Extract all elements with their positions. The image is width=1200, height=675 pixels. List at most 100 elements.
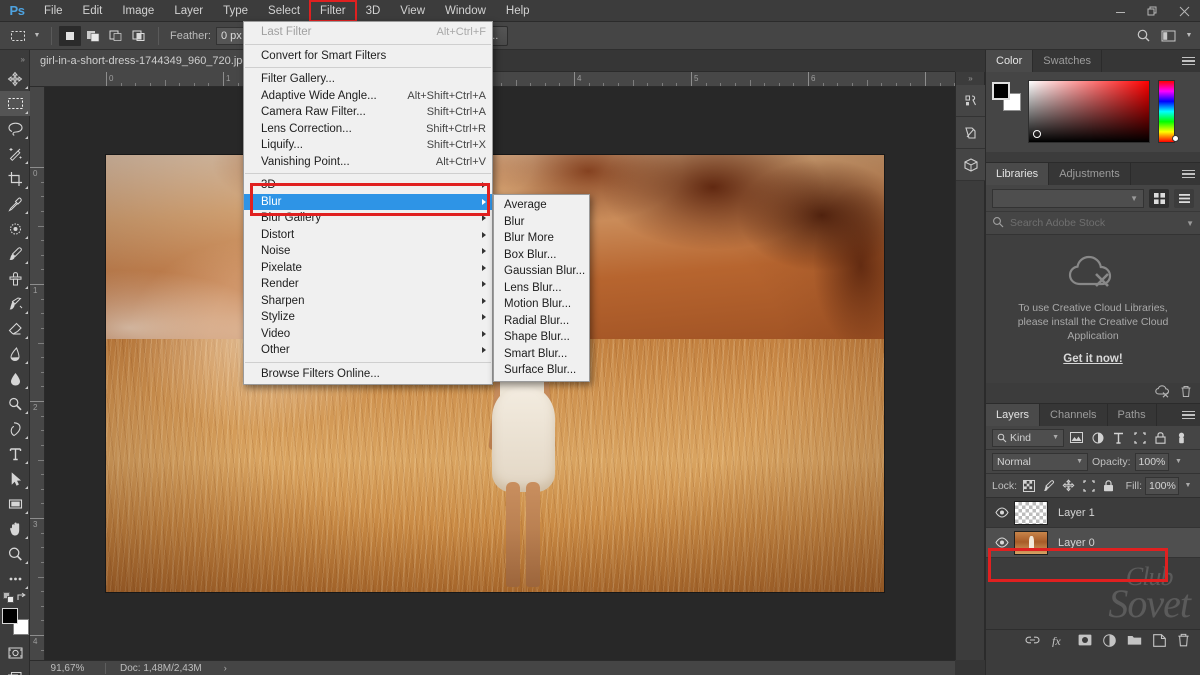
menu-help[interactable]: Help bbox=[496, 1, 540, 21]
blur-item-shape-blur[interactable]: Shape Blur... bbox=[494, 329, 589, 346]
menu-item-blur-gallery[interactable]: Blur Gallery bbox=[244, 210, 492, 227]
smart-object-filter-icon[interactable] bbox=[1152, 429, 1169, 447]
new-layer-icon[interactable] bbox=[1153, 633, 1166, 650]
blur-item-blur[interactable]: Blur bbox=[494, 214, 589, 231]
menu-item-blur[interactable]: Blur bbox=[244, 193, 492, 210]
blur-item-surface-blur[interactable]: Surface Blur... bbox=[494, 362, 589, 379]
search-input[interactable]: Search Adobe Stock bbox=[1010, 217, 1180, 229]
new-selection-button[interactable] bbox=[59, 25, 81, 46]
rail-collapse-icon[interactable]: » bbox=[956, 72, 984, 85]
menu-item-browse-filters-online[interactable]: Browse Filters Online... bbox=[244, 366, 492, 383]
crop-tool[interactable] bbox=[0, 166, 30, 191]
blur-item-smart-blur[interactable]: Smart Blur... bbox=[494, 346, 589, 363]
rectangular-marquee-tool[interactable] bbox=[0, 91, 30, 116]
fill-input[interactable]: 100% bbox=[1145, 476, 1179, 495]
close-icon[interactable] bbox=[1168, 0, 1200, 22]
color-foreground-swatch[interactable] bbox=[992, 82, 1010, 100]
blur-submenu-dropdown[interactable]: Average Blur Blur More Box Blur... Gaussian … bbox=[493, 194, 590, 382]
hue-slider[interactable] bbox=[1158, 80, 1179, 143]
swap-colors-icon[interactable] bbox=[16, 592, 27, 603]
tab-swatches[interactable]: Swatches bbox=[1033, 50, 1102, 72]
blur-item-motion-blur[interactable]: Motion Blur... bbox=[494, 296, 589, 313]
subtract-from-selection-button[interactable] bbox=[105, 26, 127, 46]
screen-mode-tool[interactable] bbox=[0, 665, 30, 675]
new-group-icon[interactable] bbox=[1127, 634, 1142, 649]
rectangular-marquee-icon[interactable] bbox=[6, 26, 30, 46]
toolbar-collapse-icon[interactable]: » bbox=[0, 52, 29, 66]
trash-icon[interactable] bbox=[1180, 385, 1192, 401]
menu-item-filter-gallery[interactable]: Filter Gallery... bbox=[244, 71, 492, 88]
rectangle-tool[interactable] bbox=[0, 491, 30, 516]
menu-item-lens-correction[interactable]: Lens Correction... Shift+Ctrl+R bbox=[244, 121, 492, 138]
spot-healing-brush-tool[interactable] bbox=[0, 216, 30, 241]
layer-mask-icon[interactable] bbox=[1078, 634, 1092, 649]
intersect-selection-button[interactable] bbox=[128, 26, 150, 46]
layer-visibility-icon[interactable] bbox=[992, 507, 1012, 518]
pen-tool[interactable] bbox=[0, 416, 30, 441]
blur-item-radial-blur[interactable]: Radial Blur... bbox=[494, 313, 589, 330]
menu-image[interactable]: Image bbox=[112, 1, 164, 21]
opacity-input[interactable]: 100% bbox=[1134, 452, 1169, 471]
libraries-search-row[interactable]: Search Adobe Stock ▼ bbox=[986, 211, 1200, 235]
menu-item-liquify[interactable]: Liquify... Shift+Ctrl+X bbox=[244, 137, 492, 154]
lock-position-icon[interactable] bbox=[1060, 477, 1077, 495]
menu-item-other[interactable]: Other bbox=[244, 342, 492, 359]
layer-thumbnail[interactable] bbox=[1014, 530, 1048, 555]
workspace-switcher-icon[interactable] bbox=[1156, 25, 1182, 47]
blur-item-gaussian-blur[interactable]: Gaussian Blur... bbox=[494, 263, 589, 280]
opacity-chevron-down-icon[interactable]: ▼ bbox=[1173, 458, 1185, 465]
menu-edit[interactable]: Edit bbox=[73, 1, 113, 21]
table-row[interactable]: Layer 1 bbox=[986, 498, 1200, 528]
menu-item-camera-raw-filter[interactable]: Camera Raw Filter... Shift+Ctrl+A bbox=[244, 104, 492, 121]
foreground-background-colors[interactable] bbox=[0, 606, 30, 640]
tool-preset-chevron-down-icon[interactable]: ▼ bbox=[30, 26, 44, 46]
menu-item-vanishing-point[interactable]: Vanishing Point... Alt+Ctrl+V bbox=[244, 154, 492, 171]
menu-view[interactable]: View bbox=[390, 1, 435, 21]
chevron-down-icon[interactable]: ▼ bbox=[1186, 219, 1194, 228]
zoom-level[interactable]: 91,67% bbox=[30, 663, 105, 674]
lock-all-icon[interactable] bbox=[1100, 477, 1117, 495]
3d-cube-icon[interactable] bbox=[956, 149, 986, 181]
blur-item-lens-blur[interactable]: Lens Blur... bbox=[494, 280, 589, 297]
tab-color[interactable]: Color bbox=[986, 50, 1034, 72]
libraries-panel-menu-icon[interactable] bbox=[1182, 163, 1195, 185]
layer-style-fx-icon[interactable]: fx bbox=[1051, 634, 1067, 650]
workspace-chevron-down-icon[interactable]: ▼ bbox=[1182, 26, 1196, 46]
lasso-tool[interactable] bbox=[0, 116, 30, 141]
layer-visibility-icon[interactable] bbox=[992, 537, 1012, 548]
color-panel-menu-icon[interactable] bbox=[1182, 50, 1195, 72]
foreground-color-swatch[interactable] bbox=[2, 608, 18, 624]
link-layers-icon[interactable] bbox=[1025, 635, 1040, 648]
blur-item-box-blur[interactable]: Box Blur... bbox=[494, 247, 589, 264]
menu-item-3d[interactable]: 3D bbox=[244, 177, 492, 194]
eyedropper-tool[interactable] bbox=[0, 191, 30, 216]
adjustment-filter-icon[interactable] bbox=[1089, 429, 1106, 447]
menu-3d[interactable]: 3D bbox=[356, 1, 391, 21]
tab-paths[interactable]: Paths bbox=[1107, 404, 1157, 426]
layers-panel-menu-icon[interactable] bbox=[1182, 404, 1195, 426]
dodge-tool[interactable] bbox=[0, 391, 30, 416]
get-it-now-link[interactable]: Get it now! bbox=[1063, 353, 1122, 365]
type-tool[interactable] bbox=[0, 441, 30, 466]
tab-channels[interactable]: Channels bbox=[1040, 404, 1108, 426]
gradient-tool[interactable] bbox=[0, 341, 30, 366]
brush-tool[interactable] bbox=[0, 241, 30, 266]
blend-mode-select[interactable]: Normal ▼ bbox=[992, 452, 1088, 471]
zoom-tool[interactable] bbox=[0, 541, 30, 566]
blur-item-blur-more[interactable]: Blur More bbox=[494, 230, 589, 247]
blur-tool[interactable] bbox=[0, 366, 30, 391]
list-view-button[interactable] bbox=[1174, 188, 1194, 208]
layer-name[interactable]: Layer 1 bbox=[1058, 507, 1095, 519]
search-icon[interactable] bbox=[1130, 25, 1156, 47]
filter-kind-select[interactable]: Kind ▼ bbox=[992, 428, 1064, 447]
tab-adjustments[interactable]: Adjustments bbox=[1049, 163, 1131, 185]
quick-selection-tool[interactable] bbox=[0, 141, 30, 166]
paths-properties-icon[interactable] bbox=[956, 117, 986, 149]
history-brush-tool[interactable] bbox=[0, 291, 30, 316]
pixel-filter-icon[interactable] bbox=[1068, 429, 1085, 447]
document-tab[interactable]: girl-in-a-short-dress-1744349_960_720.jp… bbox=[30, 50, 274, 72]
type-filter-icon[interactable] bbox=[1110, 429, 1127, 447]
filter-toggle-icon[interactable] bbox=[1173, 429, 1190, 447]
menu-type[interactable]: Type bbox=[213, 1, 258, 21]
minimize-icon[interactable] bbox=[1104, 0, 1136, 22]
